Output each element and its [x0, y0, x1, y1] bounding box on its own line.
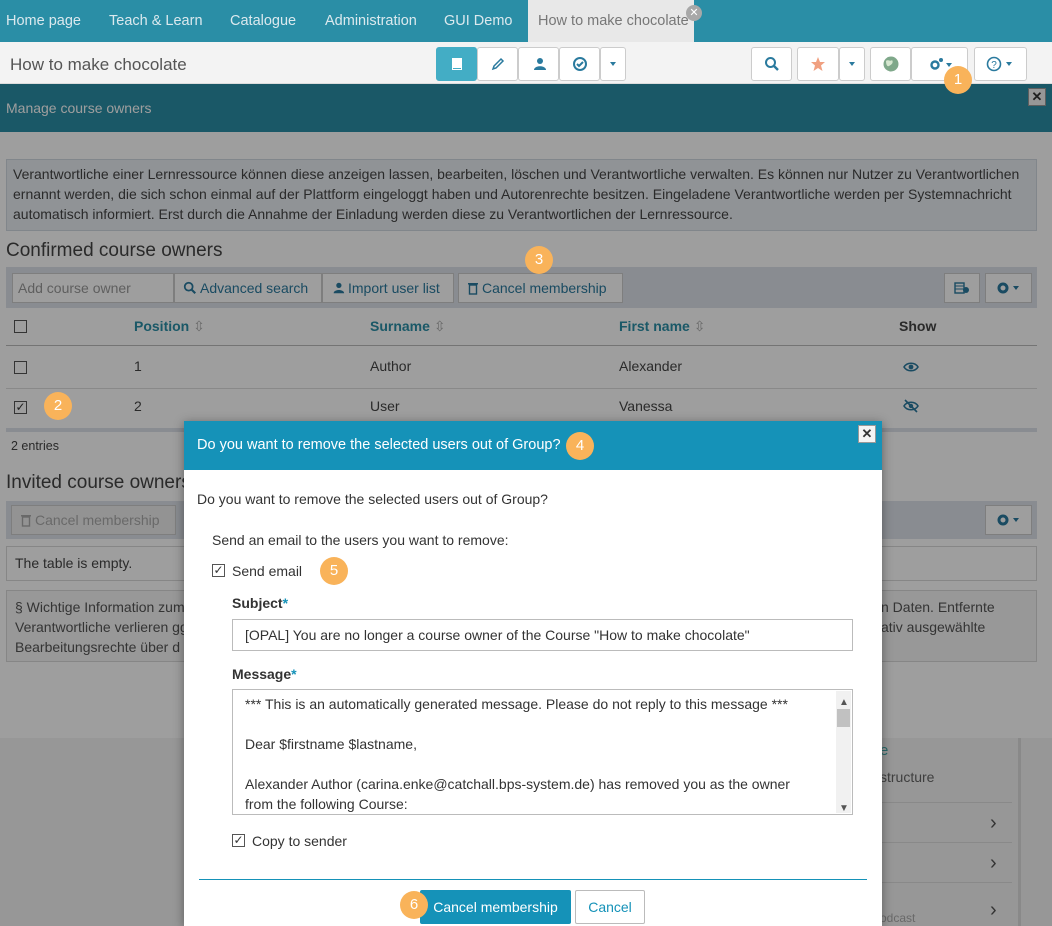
message-line: *** This is an automatically generated m… [245, 696, 788, 712]
dialog-footer-divider [199, 879, 867, 880]
step-badge: 1 [944, 66, 972, 94]
search-icon [764, 57, 779, 71]
members-button[interactable] [518, 47, 559, 81]
chevron-down-icon [610, 62, 616, 66]
more-dropdown-button[interactable] [600, 47, 626, 81]
message-label-text: Message [232, 666, 292, 682]
remove-users-dialog: Do you want to remove the selected users… [184, 421, 882, 926]
step-badge: 6 [400, 891, 428, 919]
message-label: Message* [232, 666, 297, 682]
edit-button[interactable] [477, 47, 518, 81]
send-email-label: Send email [232, 563, 303, 579]
close-icon[interactable]: ✕ [858, 425, 876, 443]
tab-catalogue[interactable]: Catalogue [230, 0, 296, 42]
dialog-cancel-button[interactable]: Cancel [575, 890, 645, 924]
tab-label: How to make chocolate [538, 13, 689, 29]
favorite-dropdown-button[interactable] [839, 47, 865, 81]
copy-to-sender-checkbox[interactable]: ✓ [232, 834, 245, 847]
message-line: Alexander Author (carina.enke@catchall.b… [245, 776, 790, 792]
tab-teach-learn[interactable]: Teach & Learn [109, 0, 203, 42]
course-toolbar: How to make chocolate ? [0, 42, 1052, 84]
globe-button[interactable] [870, 47, 911, 81]
page-title: How to make chocolate [10, 55, 187, 74]
step-badge: 3 [525, 246, 553, 274]
book-button[interactable] [436, 47, 477, 81]
dialog-question: Do you want to remove the selected users… [197, 491, 548, 507]
subject-label-text: Subject [232, 595, 283, 611]
step-badge: 4 [566, 432, 594, 460]
tab-gui-demo[interactable]: GUI Demo [444, 0, 513, 42]
help-dropdown-button[interactable]: ? [974, 47, 1027, 81]
message-line: from the following Course: [245, 796, 408, 812]
check-circle-icon [572, 57, 587, 71]
scrollbar[interactable]: ▲ ▼ [836, 691, 851, 814]
close-tab-icon[interactable]: ✕ [686, 5, 702, 21]
star-icon [811, 57, 825, 71]
step-badge: 2 [44, 392, 72, 420]
tab-how-to-make-chocolate[interactable]: How to make chocolate ✕ [528, 0, 702, 42]
search-button[interactable] [751, 47, 792, 81]
help-icon: ? [986, 56, 1012, 72]
svg-text:?: ? [991, 60, 997, 71]
email-prompt: Send an email to the users you want to r… [212, 532, 509, 548]
top-navigation: Home page Teach & Learn Catalogue Admini… [0, 0, 1052, 42]
subject-input[interactable]: [OPAL] You are no longer a course owner … [232, 619, 853, 651]
step-badge: 5 [320, 557, 348, 585]
globe-icon [883, 56, 898, 72]
tab-administration[interactable]: Administration [325, 0, 417, 42]
message-line: Dear $firstname $lastname, [245, 736, 417, 752]
favorite-button[interactable] [797, 47, 839, 81]
copy-to-sender-label: Copy to sender [252, 833, 347, 849]
confirm-cancel-membership-button[interactable]: Cancel membership [420, 890, 571, 924]
pencil-icon [491, 57, 504, 71]
required-mark: * [291, 666, 297, 682]
tab-home-page[interactable]: Home page [6, 0, 81, 42]
message-textarea[interactable]: *** This is an automatically generated m… [232, 689, 853, 815]
book-icon [451, 58, 462, 70]
scrollbar-thumb[interactable] [837, 709, 850, 727]
scroll-down-icon[interactable]: ▼ [839, 799, 849, 814]
chevron-down-icon [849, 62, 855, 66]
users-icon [533, 58, 546, 70]
subject-label: Subject* [232, 595, 288, 611]
dialog-title: Do you want to remove the selected users… [184, 421, 882, 470]
required-mark: * [282, 595, 289, 611]
send-email-checkbox[interactable]: ✓ [212, 564, 225, 577]
assessment-button[interactable] [559, 47, 600, 81]
